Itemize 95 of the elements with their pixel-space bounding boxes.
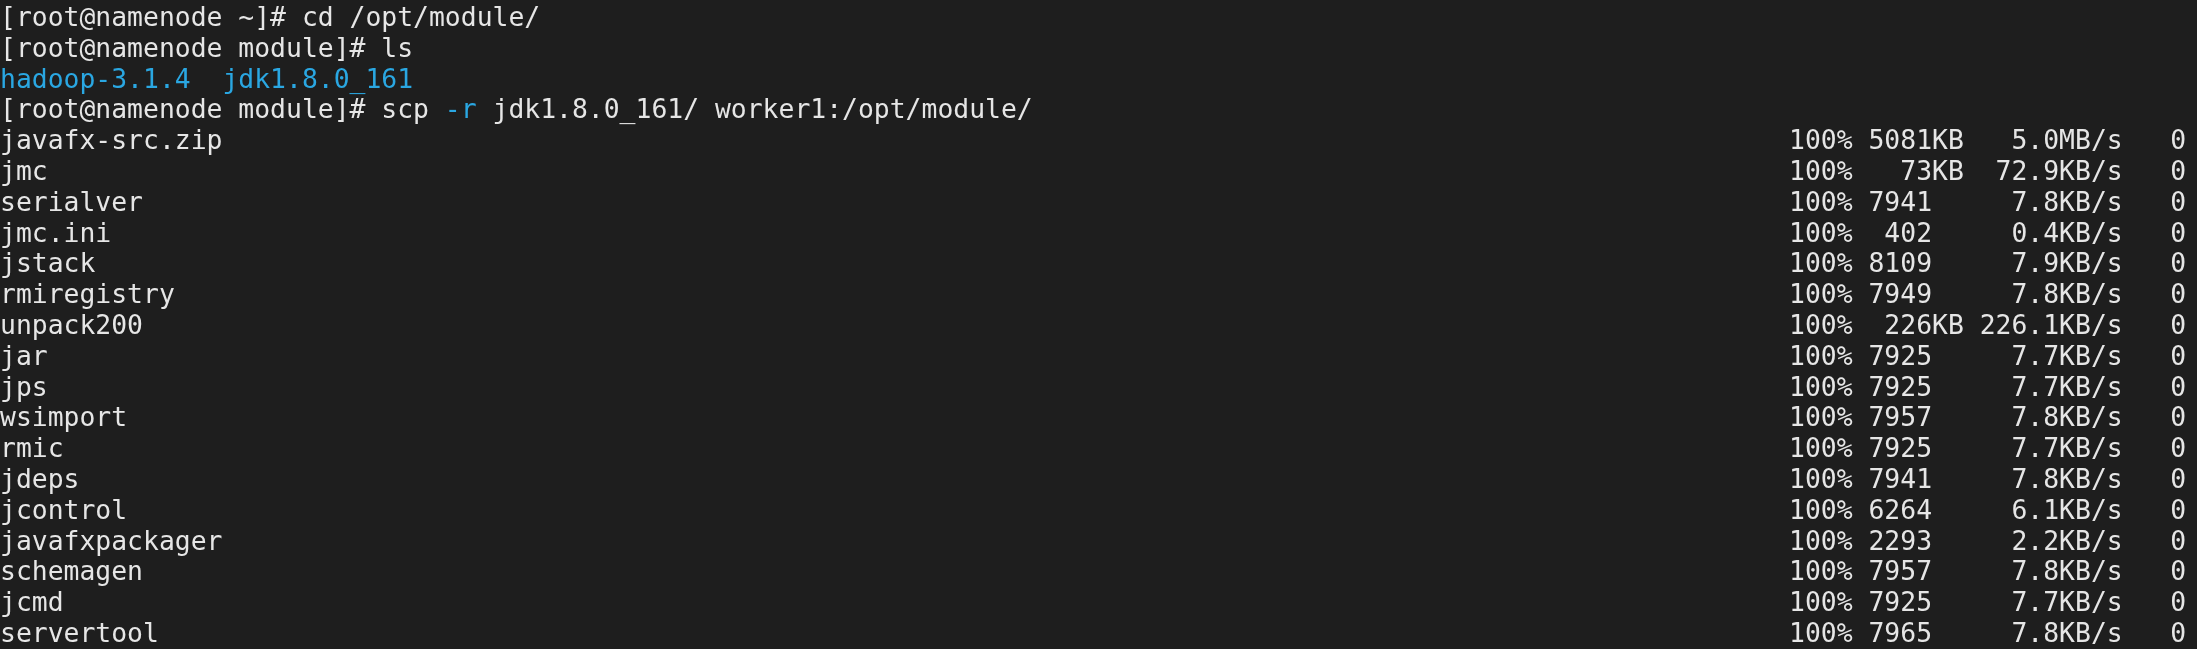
percent-text: 100% <box>1789 186 1854 218</box>
time-text: 0 <box>2170 433 2187 464</box>
size-text: 7941 <box>1868 186 1934 218</box>
time-text: 0 <box>2170 248 2187 280</box>
percent-text: 100% <box>1789 433 1854 464</box>
rate-text: 2.2KB/s <box>2010 525 2123 557</box>
size-text: 7965 <box>1868 617 1934 649</box>
percent-text: 100% <box>1789 371 1854 403</box>
size-text: 7925 <box>1868 587 1934 618</box>
size-text: 402 <box>1883 217 1934 249</box>
rate-text: 7.8KB/s <box>2010 186 2123 218</box>
directory-name: hadoop-3.1.4 <box>0 63 191 95</box>
rate-text: 0.4KB/s <box>2010 217 2123 249</box>
command-text: ls <box>381 32 414 64</box>
rate-text: 7.7KB/s <box>2010 340 2123 372</box>
file-name: jcontrol <box>0 494 129 526</box>
time-text: 0 <box>2170 617 2187 649</box>
rate-text: 7.8KB/s <box>2010 463 2123 495</box>
size-text: 7925 <box>1868 371 1934 403</box>
percent-text: 100% <box>1789 340 1854 372</box>
rate-text: 7.8KB/s <box>2010 279 2123 310</box>
size-text: 5081KB <box>1868 125 1964 156</box>
shell-prompt: [root@namenode module]# <box>0 32 366 64</box>
percent-text: 100% <box>1789 248 1854 280</box>
file-name: jdeps <box>0 463 81 495</box>
file-name: servertool <box>0 617 160 649</box>
time-text: 0 <box>2170 279 2187 310</box>
time-text: 0 <box>2170 340 2187 372</box>
rate-text: 6.1KB/s <box>2010 494 2123 526</box>
size-text: 226KB <box>1883 309 1964 341</box>
file-name: serialver <box>0 186 144 218</box>
file-name: wsimport <box>0 402 129 434</box>
shell-prompt: [root@namenode module]# <box>0 94 366 126</box>
rate-text: 7.7KB/s <box>2010 587 2123 618</box>
time-text: 0 <box>2170 402 2187 434</box>
size-text: 7925 <box>1868 433 1934 464</box>
size-text: 7957 <box>1868 402 1934 434</box>
percent-text: 100% <box>1789 617 1854 649</box>
size-text: 2293 <box>1868 525 1934 557</box>
time-text: 0 <box>2170 463 2187 495</box>
file-name: javafx-src.zip <box>0 125 224 156</box>
command-text: jdk1.8.0_161/ worker1:/opt/module/ <box>492 94 1033 126</box>
rate-text: 72.9KB/s <box>1994 156 2123 187</box>
file-name: unpack200 <box>0 309 143 341</box>
rate-text: 5.0MB/s <box>2010 125 2123 156</box>
time-text: 0 <box>2170 556 2187 588</box>
time-text: 0 <box>2170 156 2187 187</box>
file-name: jmc <box>0 156 49 187</box>
file-name: javafxpackager <box>0 525 224 557</box>
percent-text: 100% <box>1789 309 1854 341</box>
file-name: jstack <box>0 248 96 280</box>
rate-text: 226.1KB/s <box>1978 309 2123 341</box>
percent-text: 100% <box>1789 156 1854 187</box>
time-text: 0 <box>2170 186 2187 218</box>
rate-text: 7.8KB/s <box>2010 556 2123 588</box>
percent-text: 100% <box>1789 217 1854 249</box>
size-text: 7957 <box>1868 556 1934 588</box>
percent-text: 100% <box>1789 525 1854 557</box>
rate-text: 7.7KB/s <box>2010 371 2123 403</box>
directory-name: jdk1.8.0_161 <box>222 63 414 95</box>
file-name: jmc.ini <box>0 217 113 249</box>
percent-text: 100% <box>1789 402 1854 434</box>
command-text: scp <box>381 94 429 126</box>
file-name: jcmd <box>0 587 65 618</box>
shell-prompt: [root@namenode ~]# <box>0 2 286 33</box>
percent-text: 100% <box>1789 463 1854 495</box>
rate-text: 7.8KB/s <box>2010 617 2123 649</box>
option-text: -r <box>444 94 477 126</box>
percent-text: 100% <box>1789 125 1854 156</box>
time-text: 0 <box>2170 217 2187 249</box>
rate-text: 7.7KB/s <box>2010 433 2123 464</box>
size-text: 7941 <box>1868 463 1934 495</box>
size-text: 6264 <box>1868 494 1934 526</box>
size-text: 7949 <box>1868 279 1934 310</box>
percent-text: 100% <box>1789 556 1854 588</box>
size-text: 8109 <box>1868 248 1934 280</box>
time-text: 0 <box>2170 494 2187 526</box>
file-name: jar <box>0 340 48 372</box>
size-text: 7925 <box>1868 340 1934 372</box>
percent-text: 100% <box>1789 279 1854 310</box>
time-text: 0 <box>2170 309 2187 341</box>
time-text: 0 <box>2170 125 2187 156</box>
file-name: jps <box>0 371 49 403</box>
time-text: 0 <box>2170 371 2187 403</box>
file-name: rmiregistry <box>0 279 176 310</box>
file-name: rmic <box>0 433 65 464</box>
time-text: 0 <box>2170 525 2187 557</box>
file-name: schemagen <box>0 556 143 588</box>
rate-text: 7.8KB/s <box>2010 402 2123 434</box>
percent-text: 100% <box>1789 587 1854 618</box>
rate-text: 7.9KB/s <box>2010 248 2123 280</box>
time-text: 0 <box>2170 587 2187 618</box>
command-text: cd /opt/module/ <box>301 2 541 33</box>
percent-text: 100% <box>1789 494 1854 526</box>
size-text: 73KB <box>1899 156 1964 187</box>
